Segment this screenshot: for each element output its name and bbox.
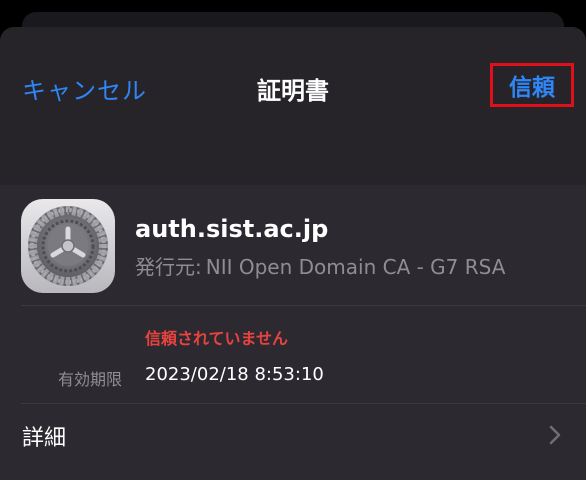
issuer-label: 発行元:	[135, 255, 202, 279]
trust-status-warning: 信頼されていません	[145, 329, 289, 348]
chevron-right-icon	[548, 424, 562, 446]
certificate-header: auth.sist.ac.jp 発行元: NII Open Domain CA -…	[0, 185, 586, 305]
certificate-card: auth.sist.ac.jp 発行元: NII Open Domain CA -…	[0, 185, 586, 480]
expires-value: 2023/02/18 8:53:10	[145, 364, 324, 385]
trust-button[interactable]: 信頼	[490, 63, 574, 107]
expires-label: 有効期限	[58, 370, 123, 389]
details-label: 詳細	[22, 426, 67, 451]
certificate-sheet: キャンセル 証明書 信頼 auth.sist.ac.jp 発行元: NII Op…	[0, 27, 586, 480]
details-row[interactable]: 詳細	[0, 404, 586, 466]
certificate-issuer: 発行元: NII Open Domain CA - G7 RSA	[135, 251, 505, 280]
certificate-name: auth.sist.ac.jp	[135, 215, 329, 243]
issuer-value: NII Open Domain CA - G7 RSA	[205, 255, 506, 279]
divider	[21, 305, 586, 306]
navigation-bar: キャンセル 証明書 信頼	[0, 27, 586, 185]
settings-gear-icon	[21, 199, 115, 293]
